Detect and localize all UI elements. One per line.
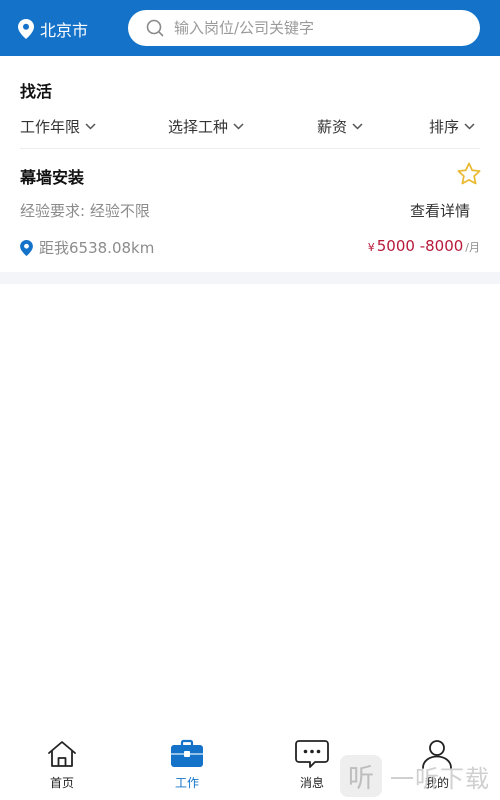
salary-unit: /月 [465, 241, 480, 254]
view-details-link[interactable]: 查看详情 [410, 200, 470, 221]
tab-label: 工作 [174, 776, 199, 790]
tab-work[interactable]: 工作 [147, 738, 227, 791]
list-separator [0, 272, 500, 284]
divider [20, 148, 480, 149]
watermark-text: 一听下载 [390, 764, 490, 793]
city-selector[interactable]: 北京市 [18, 17, 88, 41]
filter-work-years[interactable]: 工作年限 [20, 116, 96, 137]
search-input[interactable] [174, 19, 454, 37]
message-icon [295, 740, 329, 768]
watermark-logo: 听 [340, 755, 382, 797]
tab-label: 首页 [49, 776, 74, 790]
location-pin-icon [20, 239, 33, 256]
search-icon [146, 19, 164, 37]
search-bar[interactable] [128, 10, 480, 46]
filter-label: 排序 [429, 118, 460, 136]
city-label: 北京市 [40, 21, 89, 40]
distance-text: 距我6538.08km [39, 239, 155, 257]
salary-currency: ¥ [367, 241, 375, 254]
chevron-down-icon [352, 123, 363, 130]
distance-info: 距我6538.08km [20, 237, 154, 258]
salary: ¥ 5000 -8000 /月 [368, 237, 480, 255]
job-card[interactable]: 幕墙安装 经验要求: 经验不限 查看详情 距我6538.08km ¥ 5000 … [0, 150, 500, 272]
briefcase-icon [171, 739, 203, 767]
watermark: 听 一听下载 [340, 752, 500, 800]
filter-label: 选择工种 [168, 118, 229, 136]
chevron-down-icon [233, 123, 244, 130]
tab-home[interactable]: 首页 [22, 738, 102, 791]
location-pin-icon [18, 19, 34, 39]
filter-salary[interactable]: 薪资 [317, 116, 363, 137]
section-title: 找活 [20, 82, 53, 101]
chevron-down-icon [85, 123, 96, 130]
filter-bar: 工作年限 选择工种 薪资 排序 [0, 112, 500, 144]
tab-label: 消息 [299, 776, 324, 790]
job-title: 幕墙安装 [20, 168, 85, 187]
chevron-down-icon [464, 123, 475, 130]
filter-sort[interactable]: 排序 [429, 116, 475, 137]
home-icon [48, 741, 76, 767]
filter-label: 薪资 [317, 118, 348, 136]
filter-label: 工作年限 [20, 118, 81, 136]
experience-requirement: 经验要求: 经验不限 [20, 202, 150, 220]
top-bar: 北京市 [0, 0, 500, 56]
salary-range: 5000 -8000 [376, 237, 464, 255]
filter-job-type[interactable]: 选择工种 [168, 116, 244, 137]
star-icon[interactable] [456, 161, 482, 187]
